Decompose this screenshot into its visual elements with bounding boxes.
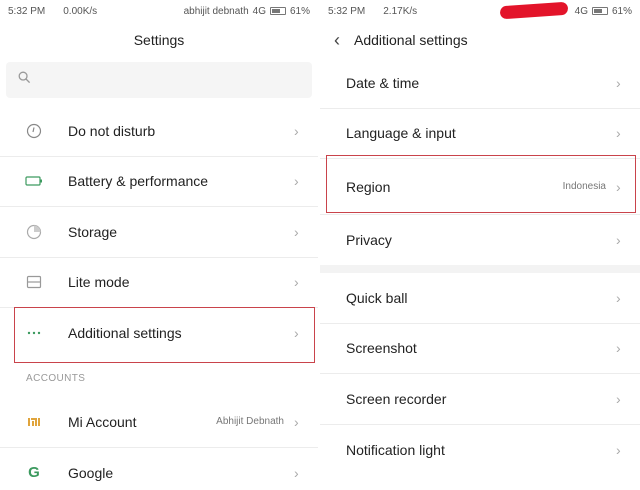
chevron-right-icon: ›	[294, 464, 299, 481]
status-speed: 0.00K/s	[63, 5, 98, 17]
settings-item-screenshot[interactable]: Screenshot ›	[320, 324, 640, 374]
settings-item-label: Notification light	[346, 441, 445, 458]
page-title: Settings	[133, 32, 185, 48]
region-value: Indonesia	[562, 181, 606, 192]
status-bar: 5:32 PM 2.17K/s 4G 61%	[320, 0, 640, 22]
account-name-value: Abhijit Debnath	[216, 416, 284, 428]
status-network: 4G	[252, 5, 266, 17]
additional-settings-screen: 5:32 PM 2.17K/s 4G 61% ‹ Additional sett…	[320, 0, 640, 490]
additional-settings-list: Date & time › Language & input › Region …	[320, 58, 640, 475]
chevron-right-icon: ›	[616, 441, 621, 458]
more-dots-icon	[0, 330, 68, 336]
settings-item-quick-ball[interactable]: Quick ball ›	[320, 273, 640, 324]
chevron-right-icon: ›	[294, 223, 299, 240]
settings-item-do-not-disturb[interactable]: Do not disturb ›	[0, 106, 318, 157]
chevron-right-icon: ›	[616, 232, 621, 248]
settings-item-label: Storage	[68, 223, 118, 240]
moon-icon	[0, 123, 68, 139]
battery-icon	[0, 175, 68, 187]
status-battery: 61%	[289, 5, 310, 17]
chevron-right-icon: ›	[616, 289, 621, 306]
chevron-right-icon: ›	[294, 274, 299, 291]
settings-item-battery-performance[interactable]: Battery & performance ›	[0, 157, 318, 207]
settings-item-screen-recorder[interactable]: Screen recorder ›	[320, 374, 640, 425]
mi-logo-icon	[0, 416, 68, 428]
chevron-right-icon: ›	[294, 122, 299, 139]
page-title: Additional settings	[354, 32, 468, 48]
status-time: 5:32 PM	[328, 5, 366, 17]
settings-item-privacy[interactable]: Privacy ›	[320, 215, 640, 273]
settings-item-label: Screen recorder	[346, 390, 447, 407]
status-network: 4G	[574, 5, 588, 17]
settings-item-label: Mi Account	[68, 413, 137, 430]
settings-item-additional-settings[interactable]: Additional settings ›	[0, 308, 318, 359]
settings-item-label: Lite mode	[68, 274, 130, 291]
settings-item-label: Battery & performance	[68, 173, 209, 190]
chevron-right-icon: ›	[294, 413, 299, 430]
settings-item-notification-light[interactable]: Notification light ›	[320, 425, 640, 476]
settings-screen: 5:32 PM 0.00K/s abhijit debnath 4G 61% S…	[0, 0, 318, 490]
chevron-right-icon: ›	[294, 173, 299, 190]
battery-status-icon	[591, 7, 608, 15]
settings-item-storage[interactable]: Storage ›	[0, 207, 318, 258]
settings-item-date-time[interactable]: Date & time ›	[320, 58, 640, 109]
settings-item-lite-mode[interactable]: Lite mode ›	[0, 258, 318, 308]
settings-list: Do not disturb › Battery & performance ›…	[0, 106, 318, 359]
settings-item-google[interactable]: G Google ›	[0, 448, 318, 490]
search-icon	[18, 71, 31, 89]
storage-icon	[0, 224, 68, 240]
chevron-right-icon: ›	[616, 178, 621, 195]
lite-mode-icon	[0, 275, 68, 289]
page-title-bar: ‹ Additional settings	[320, 22, 640, 58]
status-battery: 61%	[611, 5, 632, 17]
back-arrow-icon[interactable]: ‹	[334, 31, 340, 49]
chevron-right-icon: ›	[616, 340, 621, 357]
status-speed: 2.17K/s	[383, 5, 418, 17]
chevron-right-icon: ›	[616, 390, 621, 407]
settings-item-label: Privacy	[346, 232, 392, 248]
status-bar: 5:32 PM 0.00K/s abhijit debnath 4G 61%	[0, 0, 318, 22]
settings-item-label: Additional settings	[68, 325, 182, 342]
chevron-right-icon: ›	[294, 325, 299, 342]
google-icon: G	[28, 464, 40, 482]
settings-item-region[interactable]: Region Indonesia ›	[320, 159, 640, 215]
settings-item-label: Region	[346, 178, 391, 195]
settings-item-label: Google	[68, 464, 114, 481]
search-input[interactable]	[6, 62, 312, 98]
status-time: 5:32 PM	[8, 5, 46, 17]
settings-item-language-input[interactable]: Language & input ›	[320, 109, 640, 159]
section-header-accounts: ACCOUNTS	[26, 373, 86, 384]
page-title-bar: Settings	[0, 22, 318, 58]
chevron-right-icon: ›	[616, 74, 621, 91]
battery-status-icon	[269, 7, 286, 15]
settings-item-label: Date & time	[346, 74, 420, 91]
settings-item-label: Language & input	[346, 125, 456, 142]
accounts-list: Mi Account Abhijit Debnath › G Google ›	[0, 397, 318, 490]
settings-item-label: Do not disturb	[68, 122, 156, 139]
status-carrier: abhijit debnath	[183, 5, 249, 17]
settings-item-mi-account[interactable]: Mi Account Abhijit Debnath ›	[0, 397, 318, 448]
chevron-right-icon: ›	[616, 125, 621, 142]
settings-item-label: Screenshot	[346, 340, 417, 357]
settings-item-label: Quick ball	[346, 289, 408, 306]
